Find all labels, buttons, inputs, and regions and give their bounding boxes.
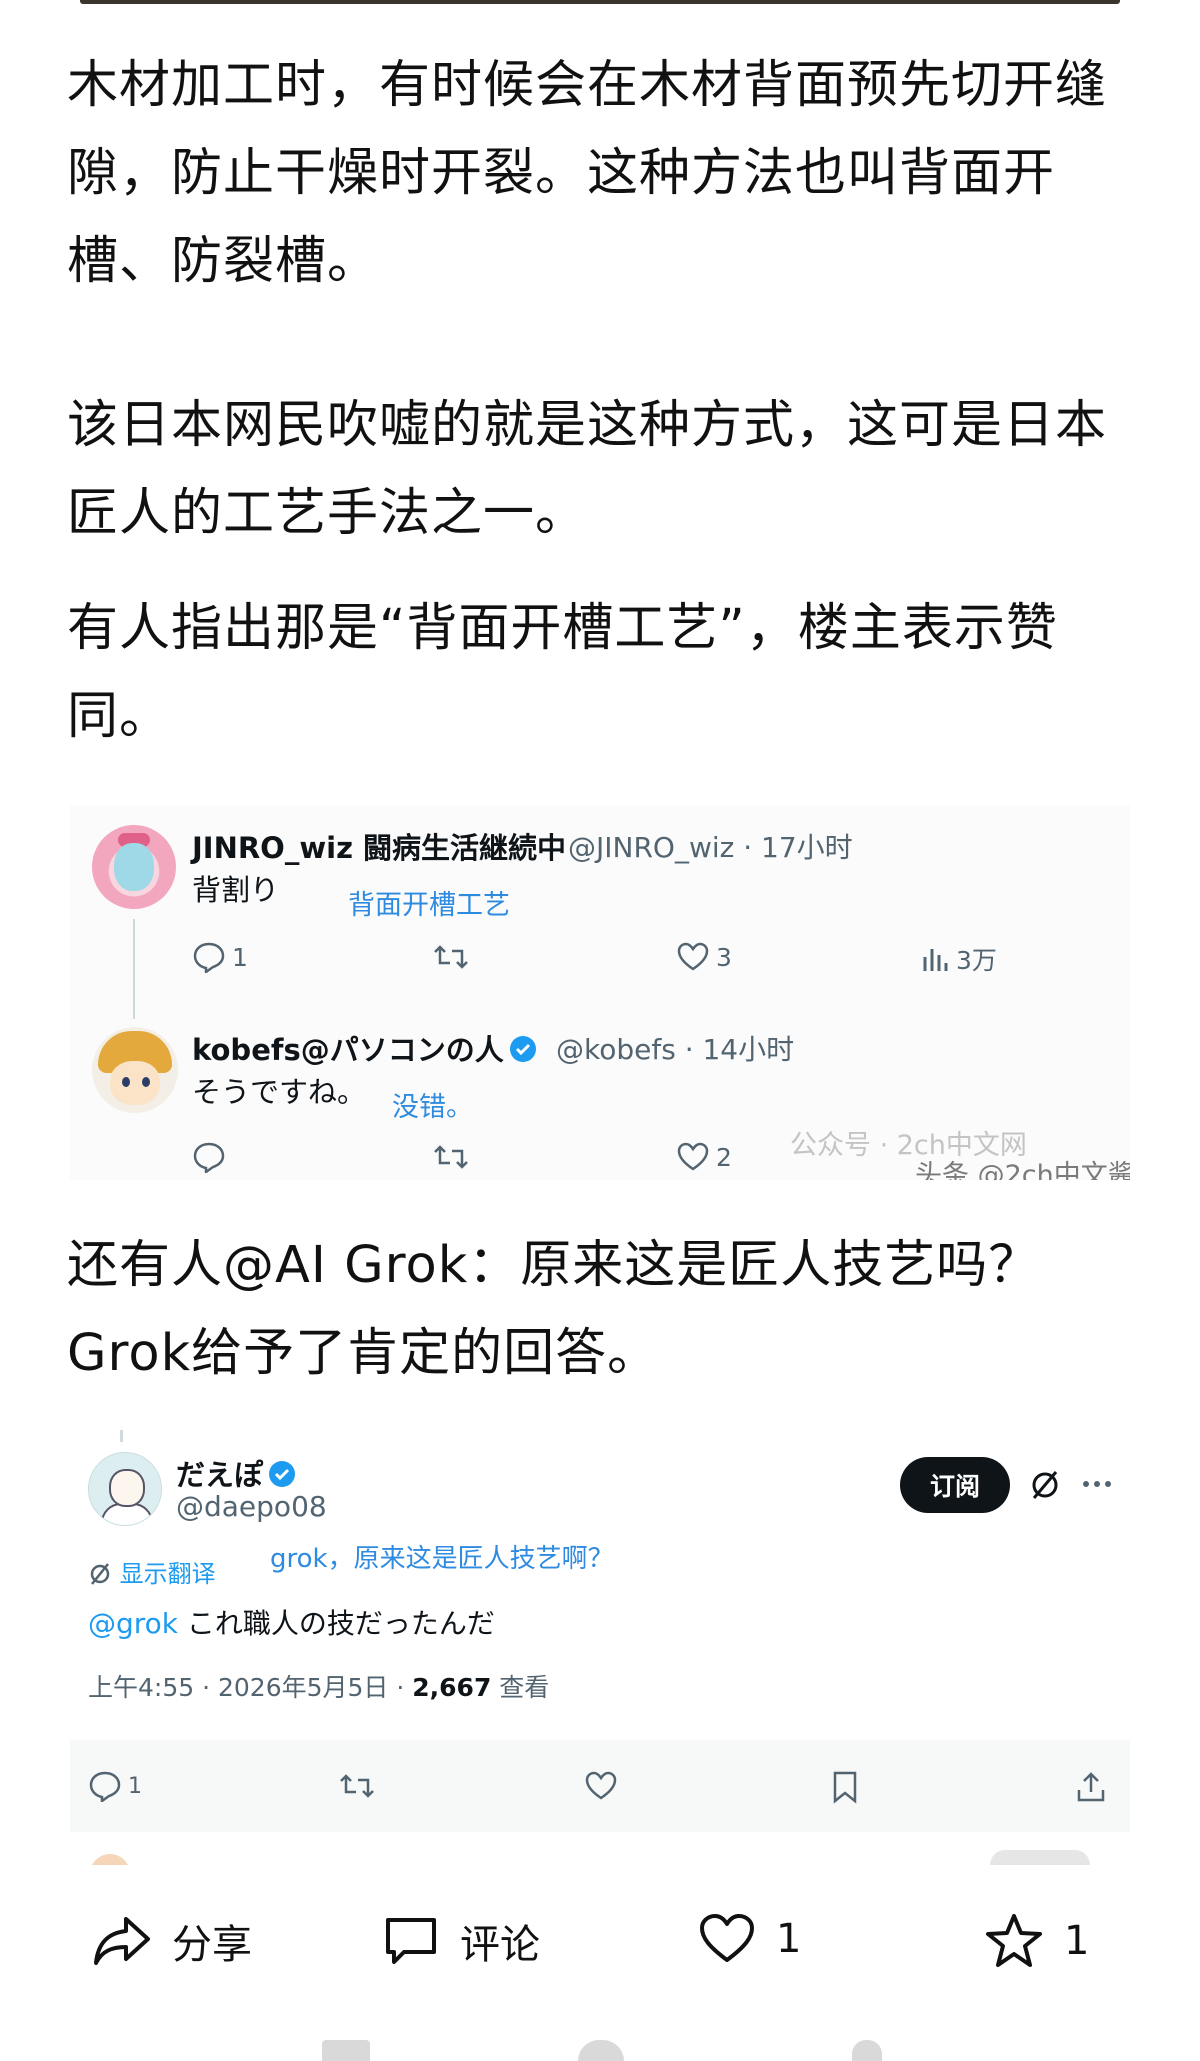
avatar-daepo	[88, 1452, 162, 1526]
share-arrow-icon	[94, 1917, 150, 1965]
share-label: 分享	[172, 1922, 252, 1968]
article-paragraph-2: 该日本网民吹嘘的就是这种方式，这可是日本匠人的工艺手法之一。	[67, 396, 1108, 543]
verified-badge-icon	[269, 1461, 296, 1487]
tweet2-text: そうですね。	[192, 1075, 367, 1109]
favorite-count: 1	[1064, 1918, 1090, 1964]
comment-button[interactable]: 评论	[382, 1912, 540, 1970]
tweet1-views-action: 3万	[920, 941, 997, 977]
system-navigation-bar	[0, 2040, 1200, 2061]
article-paragraph-1: 木材加工时，有时候会在木材背面预先切开缝隙，防止干燥时开裂。这种方法也叫背面开槽…	[67, 56, 1108, 291]
top-divider	[80, 0, 1120, 4]
like-button[interactable]: 1	[698, 1912, 801, 1966]
like-count: 1	[776, 1916, 802, 1962]
retweet-icon	[434, 1145, 468, 1169]
show-translation-link: 显示翻译	[88, 1554, 216, 1589]
avatar-jinro	[92, 825, 176, 909]
thread-connector-line	[120, 1430, 123, 1442]
tweet1-text: 背割り	[192, 873, 280, 907]
retweet-icon	[340, 1774, 374, 1798]
tweet1-like-action: 3	[676, 941, 732, 973]
tweet3-reply-action: 1	[88, 1770, 142, 1802]
tweet1-reply-count: 1	[232, 942, 248, 972]
tweet3-retweet-action	[338, 1770, 376, 1802]
comment-icon	[386, 1918, 436, 1964]
tweet-thread-screenshot: JINRO_wiz 闘病生活継続中 @JINRO_wiz · 17小时 背割り …	[70, 805, 1130, 1180]
star-icon	[986, 1914, 1042, 1967]
tweet2-like-action: 2	[676, 1141, 732, 1173]
upload-share-icon	[1077, 1772, 1105, 1802]
back-icon[interactable]	[852, 2040, 882, 2061]
reply-icon	[193, 942, 225, 973]
heart-icon	[585, 1771, 617, 1800]
heart-icon	[700, 1914, 754, 1962]
article-paragraph-4: 还有人@AI Grok：原来这是匠人技艺吗？Grok给予了肯定的回答。	[67, 1236, 1041, 1383]
tweet1-display-name: JINRO_wiz 闘病生活継続中	[192, 831, 567, 865]
avatar-kobefs	[92, 1027, 178, 1113]
tweet1-like-count: 3	[716, 942, 732, 972]
heart-icon	[677, 1142, 709, 1171]
tweet3-handle: @daepo08	[176, 1490, 327, 1523]
tweet3-translation-note: grok，原来这是匠人技艺啊？	[270, 1544, 614, 1574]
tweet2-handle: @kobefs · 14小时	[556, 1033, 795, 1066]
tweet3-bookmark-action	[830, 1770, 860, 1804]
home-icon[interactable]	[578, 2040, 624, 2061]
recent-apps-icon[interactable]	[322, 2040, 370, 2061]
tweet2-like-count: 2	[716, 1142, 732, 1172]
bookmark-icon	[833, 1771, 857, 1804]
favorite-button[interactable]: 1	[984, 1912, 1089, 1970]
share-button[interactable]: 分享	[92, 1912, 252, 1970]
toutiao-watermark: 头条 @2ch中文酱	[915, 1160, 1130, 1180]
tweet2-reply-action	[192, 1141, 226, 1173]
grok-tweet-screenshot: だえぽ @daepo08 订阅 显示翻译 grok，原来这是匠人技艺啊？ @gr…	[70, 1430, 1130, 1865]
tweet1-translation-note: 背面开槽工艺	[348, 890, 510, 921]
verified-badge-icon	[509, 1036, 536, 1062]
retweet-icon	[434, 945, 468, 969]
grok-mention: @grok	[88, 1607, 179, 1640]
reply-icon	[89, 1771, 121, 1802]
tweet3-like-action	[584, 1770, 618, 1802]
subscribe-button: 订阅	[900, 1457, 1010, 1513]
tweet3-share-action	[1074, 1770, 1108, 1804]
tweet3-text: @grok これ職人の技だったんだ	[88, 1607, 495, 1640]
tweet2-display-name: kobefs@パソコンの人	[192, 1027, 538, 1069]
comment-label: 评论	[460, 1922, 540, 1968]
thread-connector-line	[133, 919, 135, 1019]
tweet1-retweet-action	[432, 941, 470, 973]
more-options-icon	[1083, 1481, 1111, 1487]
tweet3-reply-count: 1	[128, 1773, 142, 1799]
tweet3-display-name: だえぽ	[176, 1452, 297, 1494]
tweet1-view-count: 3万	[956, 946, 997, 975]
tweet2-retweet-action	[432, 1141, 470, 1173]
heart-icon	[677, 942, 709, 971]
tweet1-reply-action: 1	[192, 941, 248, 973]
next-tweet-avatar-peek	[90, 1854, 130, 1865]
grok-icon	[1032, 1471, 1058, 1499]
tweet3-action-row: 1	[70, 1740, 1130, 1832]
bottom-action-bar: 分享 评论 1 1	[0, 1890, 1200, 2000]
reply-icon	[193, 1142, 225, 1173]
translate-icon	[90, 1563, 110, 1585]
tweet2-translation-note: 没错。	[392, 1092, 473, 1123]
views-chart-icon	[923, 949, 948, 971]
tweet1-handle: @JINRO_wiz · 17小时	[568, 831, 853, 864]
next-tweet-button-peek	[990, 1850, 1090, 1865]
article-paragraph-3: 有人指出那是“背面开槽工艺”，楼主表示赞同。	[67, 599, 1058, 746]
tweet3-meta: 上午4:55 · 2026年5月5日 · 2,667 查看	[88, 1673, 550, 1702]
